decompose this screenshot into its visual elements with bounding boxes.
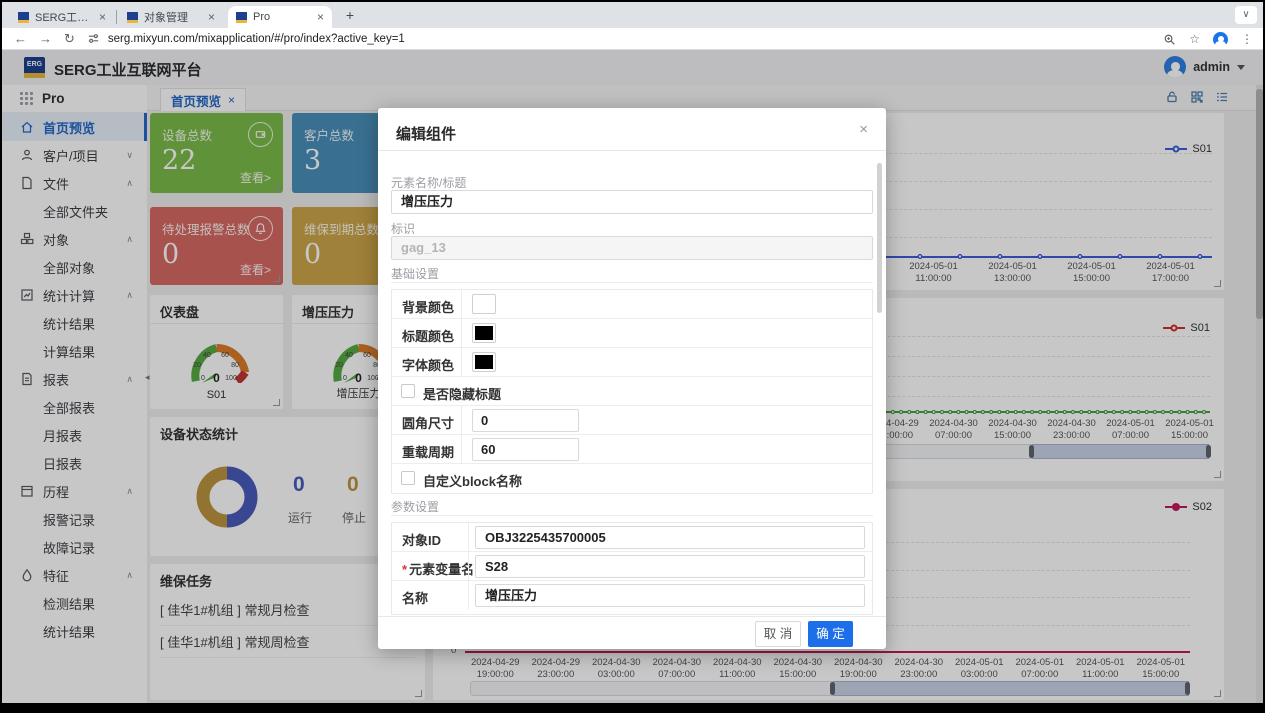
- setting-row-title-color: 标题颜色: [392, 319, 872, 348]
- tab-close-icon[interactable]: ×: [99, 10, 106, 24]
- modal-footer: 取 消 确 定: [378, 616, 886, 649]
- setting-label: 字体颜色: [402, 355, 454, 374]
- tab-separator: [116, 10, 117, 24]
- bookmark-star-icon[interactable]: ☆: [1189, 32, 1200, 46]
- tab-search-caret-icon[interactable]: ∨: [1235, 6, 1257, 24]
- object-id-input[interactable]: OBJ3225435700005: [475, 526, 865, 549]
- element-name-input[interactable]: 增压压力: [391, 190, 873, 214]
- browser-toolbar: ← → ↻ serg.mixyun.com/mixapplication/#/p…: [2, 28, 1263, 50]
- site-favicon: [18, 12, 29, 23]
- variable-name-input[interactable]: S28: [475, 555, 865, 578]
- param-label: 对象ID: [402, 530, 441, 549]
- hide-title-checkbox[interactable]: [401, 384, 415, 398]
- param-row-name: 名称 增压压力: [392, 581, 872, 610]
- font-color-swatch[interactable]: [472, 352, 496, 372]
- bg-color-swatch[interactable]: [472, 294, 496, 314]
- setting-row-corner-radius: 圆角尺寸 0: [392, 406, 872, 435]
- forward-icon[interactable]: →: [39, 31, 52, 46]
- url-text[interactable]: serg.mixyun.com/mixapplication/#/pro/ind…: [108, 33, 405, 45]
- basic-settings-table: 背景颜色 标题颜色 字体颜色 是否隐藏标题 圆角尺寸 0 重载周期 60: [391, 289, 873, 494]
- setting-row-reload-period: 重载周期 60: [392, 435, 872, 464]
- new-tab-button[interactable]: +: [340, 7, 360, 23]
- identifier-input: gag_13: [391, 236, 873, 260]
- setting-row-hide-title: 是否隐藏标题: [392, 377, 872, 406]
- corner-radius-input[interactable]: 0: [472, 409, 579, 432]
- tab-close-icon[interactable]: ×: [317, 10, 324, 24]
- modal-close-icon[interactable]: ×: [859, 121, 868, 138]
- zoom-icon[interactable]: [1163, 33, 1176, 46]
- tab-title: SERG工业互联网平台: [35, 9, 93, 25]
- required-marker: *: [402, 562, 407, 577]
- name-input[interactable]: 增压压力: [475, 584, 865, 607]
- site-settings-icon[interactable]: [87, 32, 100, 45]
- reload-icon[interactable]: ↻: [64, 31, 75, 47]
- checkbox-label: 是否隐藏标题: [423, 384, 501, 403]
- setting-label: 重载周期: [402, 442, 454, 461]
- param-label: *元素变量名: [402, 559, 474, 578]
- tab-close-icon[interactable]: ×: [208, 10, 215, 24]
- setting-row-bg-color: 背景颜色: [392, 290, 872, 319]
- modal-title: 编辑组件: [396, 123, 456, 144]
- cancel-button[interactable]: 取 消: [755, 621, 801, 647]
- site-favicon: [236, 12, 247, 23]
- browser-menu-icon[interactable]: ⋮: [1241, 32, 1253, 46]
- modal-scrollbar-thumb[interactable]: [877, 163, 882, 313]
- back-icon[interactable]: ←: [14, 31, 27, 46]
- custom-block-checkbox[interactable]: [401, 471, 415, 485]
- tab-title: Pro: [253, 11, 311, 23]
- tab-title: 对象管理: [144, 9, 202, 25]
- setting-row-custom-block: 自定义block名称: [392, 464, 872, 493]
- browser-tab[interactable]: SERG工业互联网平台 ×: [10, 6, 114, 28]
- param-settings-section-label: 参数设置: [391, 498, 439, 515]
- param-row-object-id: 对象ID OBJ3225435700005: [392, 523, 872, 552]
- basic-settings-section-label: 基础设置: [391, 265, 439, 282]
- edit-component-modal: 编辑组件 × 元素名称/标题 增压压力 标识 gag_13 基础设置 背景颜色 …: [378, 108, 886, 649]
- identifier-label: 标识: [391, 220, 873, 237]
- param-label: 名称: [402, 588, 428, 607]
- checkbox-label: 自定义block名称: [423, 471, 522, 490]
- param-settings-table: 对象ID OBJ3225435700005 *元素变量名 S28 名称 增压压力: [391, 522, 873, 615]
- setting-label: 圆角尺寸: [402, 413, 454, 432]
- browser-tab[interactable]: 对象管理 ×: [119, 6, 223, 28]
- param-row-variable-name: *元素变量名 S28: [392, 552, 872, 581]
- setting-label: 标题颜色: [402, 326, 454, 345]
- reload-period-input[interactable]: 60: [472, 438, 579, 461]
- title-color-swatch[interactable]: [472, 323, 496, 343]
- browser-tabstrip: SERG工业互联网平台 × 对象管理 × Pro × + ∨: [2, 2, 1263, 28]
- setting-row-font-color: 字体颜色: [392, 348, 872, 377]
- browser-tab-active[interactable]: Pro ×: [228, 6, 332, 28]
- screen: SERG工业互联网平台 × 对象管理 × Pro × + ∨ ← → ↻ ser…: [0, 0, 1265, 713]
- site-favicon: [127, 12, 138, 23]
- ok-button[interactable]: 确 定: [808, 621, 853, 647]
- setting-label: 背景颜色: [402, 297, 454, 316]
- browser-profile-avatar[interactable]: [1213, 32, 1228, 47]
- element-name-label: 元素名称/标题: [391, 174, 873, 191]
